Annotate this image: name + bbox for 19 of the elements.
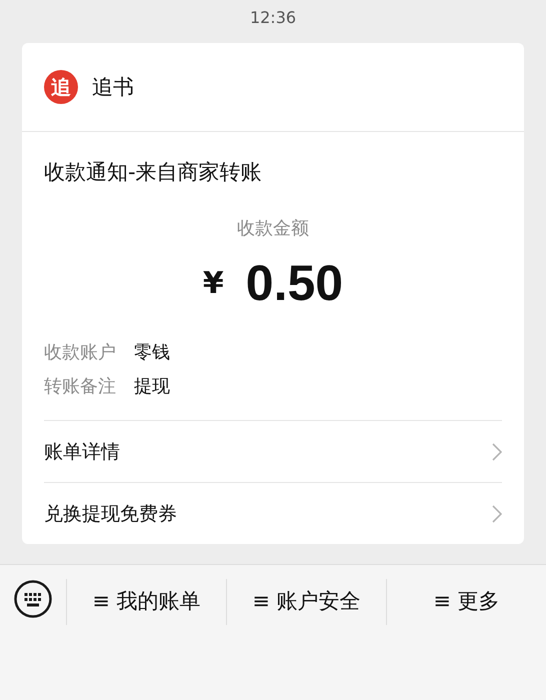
app-name: 追书 bbox=[92, 74, 134, 101]
card-link-row[interactable]: 账单详情 bbox=[44, 420, 502, 482]
menu-button[interactable]: ≡ 更多 bbox=[387, 579, 546, 623]
chevron-right-icon bbox=[492, 504, 502, 522]
detail-value: 零钱 bbox=[134, 341, 170, 364]
menu-button[interactable]: ≡ 我的账单 bbox=[67, 579, 226, 623]
currency-symbol: ¥ bbox=[202, 266, 224, 300]
detail-label: 收款账户 bbox=[44, 341, 116, 364]
app-logo: 追 bbox=[44, 70, 78, 104]
message-title: 收款通知-来自商家转账 bbox=[44, 159, 263, 186]
detail-value: 提现 bbox=[134, 375, 170, 398]
card-link-row[interactable]: 兑换提现免费券 bbox=[44, 482, 502, 544]
status-time: 12:36 bbox=[250, 8, 296, 26]
detail-label: 转账备注 bbox=[44, 375, 116, 398]
amount-value: 0.50 bbox=[246, 254, 344, 312]
keyboard-icon[interactable] bbox=[13, 579, 53, 619]
chevron-right-icon bbox=[492, 442, 502, 460]
amount-label: 收款金额 bbox=[237, 218, 309, 239]
menu-button[interactable]: ≡ 账户安全 bbox=[227, 579, 386, 623]
